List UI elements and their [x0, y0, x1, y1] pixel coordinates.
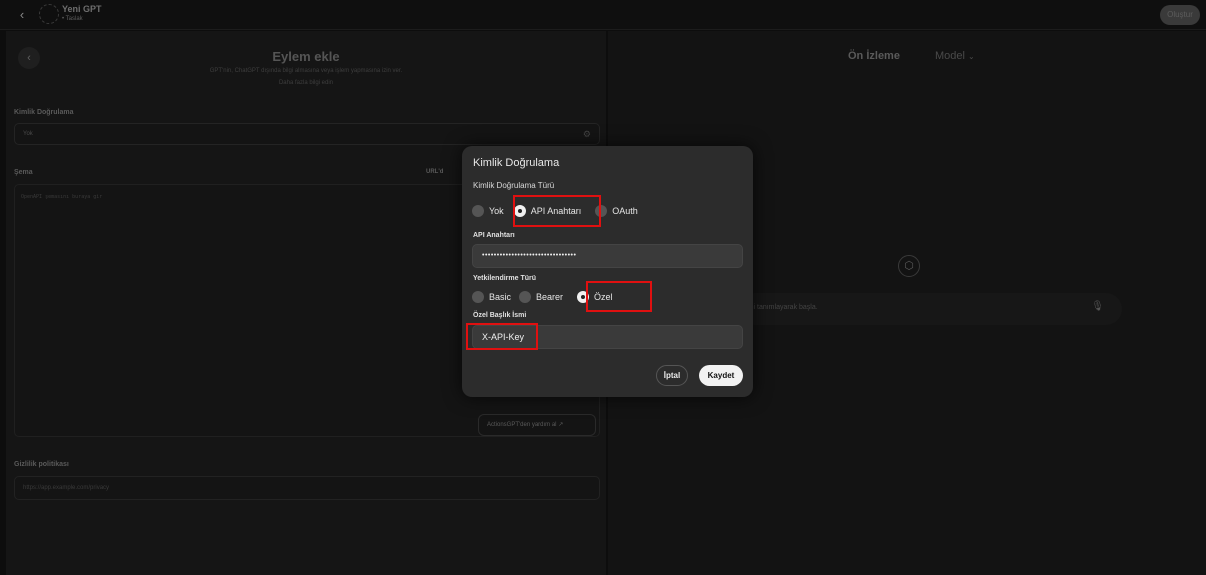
modal-title: Kimlik Doğrulama: [473, 157, 560, 169]
auth-type-radio-group: Yok API Anahtarı OAuth: [472, 205, 646, 217]
radio-dot: [519, 291, 532, 303]
learn-more-link[interactable]: Daha fazla bilgi edin: [6, 80, 606, 86]
external-link-icon: ↗: [558, 422, 564, 428]
radio-dot-selected: [577, 291, 590, 303]
panel-title: Eylem ekle: [272, 49, 340, 64]
chevron-down-icon: ⌄: [968, 52, 975, 61]
chat-input[interactable]: T'ni tanımlayarak başla. 🎙: [738, 293, 1122, 325]
radio-label: OAuth: [612, 206, 638, 216]
schema-placeholder: OpenAPI şemasını buraya gir: [21, 194, 103, 200]
actionsgpt-help-button[interactable]: ActionsGPT'den yardım al ↗: [478, 414, 596, 436]
radio-auth-api-key[interactable]: API Anahtarı: [513, 205, 582, 217]
radio-authz-basic[interactable]: Basic: [472, 291, 511, 303]
api-key-label: API Anahtarı: [473, 232, 515, 239]
radio-label: API Anahtarı: [530, 206, 582, 216]
radio-label: Yok: [489, 206, 504, 216]
api-key-value: ••••••••••••••••••••••••••••••••: [482, 252, 577, 259]
cancel-button[interactable]: İptal: [656, 365, 688, 386]
auth-field[interactable]: Yok ⚙: [14, 123, 600, 145]
top-bar: ‹ Yeni GPT • Taslak Oluştur: [0, 0, 1206, 30]
gpt-avatar[interactable]: [39, 4, 59, 24]
auth-modal: Kimlik Doğrulama Kimlik Doğrulama Türü Y…: [462, 146, 753, 397]
create-button[interactable]: Oluştur: [1160, 5, 1200, 25]
model-label: Model: [935, 50, 965, 62]
auth-type-label: Kimlik Doğrulama Türü: [473, 181, 555, 190]
radio-dot: [595, 205, 608, 217]
authz-type-label: Yetkilendirme Türü: [473, 275, 537, 282]
panel-subtitle: GPT'nin, ChatGPT dışında bilgi almasına …: [209, 68, 403, 74]
preview-label: Ön İzleme: [848, 50, 900, 62]
privacy-section-label: Gizlilik politikası: [14, 461, 69, 468]
radio-label: Basic: [489, 292, 512, 302]
cube-icon: ⬡: [898, 255, 920, 277]
api-key-input[interactable]: ••••••••••••••••••••••••••••••••: [472, 244, 743, 268]
import-url-button[interactable]: URL'd: [426, 169, 443, 175]
privacy-policy-input[interactable]: https://app.example.com/privacy: [14, 476, 600, 500]
schema-section-label: Şema: [14, 169, 33, 176]
auth-value: Yok: [23, 131, 33, 137]
radio-auth-none[interactable]: Yok: [472, 205, 504, 217]
auth-section-label: Kimlik Doğrulama: [14, 109, 74, 116]
chat-placeholder: T'ni tanımlayarak başla.: [744, 304, 818, 311]
chevron-left-icon[interactable]: ‹: [12, 5, 32, 25]
microphone-icon[interactable]: 🎙: [1091, 301, 1104, 312]
privacy-placeholder: https://app.example.com/privacy: [23, 485, 110, 491]
custom-header-value: X-API-Key: [482, 332, 525, 342]
save-button[interactable]: Kaydet: [699, 365, 743, 386]
radio-dot: [472, 291, 484, 303]
radio-label: Bearer: [536, 292, 564, 302]
actionsgpt-label: ActionsGPT'den yardım al: [487, 422, 557, 428]
radio-authz-custom[interactable]: Özel: [577, 291, 613, 303]
model-selector[interactable]: Model ⌄: [935, 50, 975, 62]
radio-dot-selected: [513, 205, 526, 217]
gpt-status: • Taslak: [62, 16, 83, 22]
radio-auth-oauth[interactable]: OAuth: [595, 205, 638, 217]
gear-icon[interactable]: ⚙: [583, 129, 591, 140]
radio-label: Özel: [594, 292, 613, 302]
custom-header-input[interactable]: X-API-Key: [472, 325, 743, 349]
radio-dot: [472, 205, 484, 217]
gpt-name: Yeni GPT: [62, 4, 102, 14]
custom-header-label: Özel Başlık İsmi: [473, 312, 527, 319]
authz-type-radio-group: Basic Bearer Özel: [472, 291, 621, 303]
radio-authz-bearer[interactable]: Bearer: [519, 291, 563, 303]
